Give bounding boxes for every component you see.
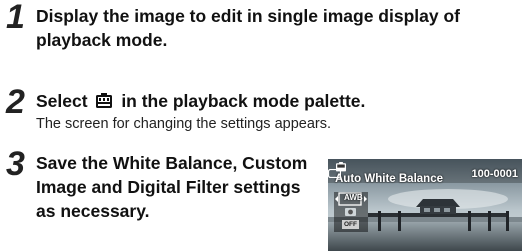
step-2: 2 Select in the playback mode palette. T…	[6, 85, 522, 135]
step-title: Display the image to edit in single imag…	[36, 6, 460, 50]
step-number: 3	[6, 145, 25, 183]
folder-file-number: 100-0001	[471, 168, 519, 180]
step-number: 1	[6, 0, 25, 36]
step-title: Save the White Balance, Custom Image and…	[36, 153, 308, 221]
step-1: 1 Display the image to edit in single im…	[6, 0, 522, 70]
menu-item-awb: AWB	[344, 193, 363, 202]
step-description: The screen for changing the settings app…	[36, 116, 332, 132]
camera-screen-title: Auto White Balance	[335, 173, 443, 185]
camera-screen-preview: Auto White Balance 100-0001 AWB OFF	[328, 159, 522, 251]
step-title: Select in the playback mode palette.	[36, 89, 365, 113]
menu-item-off: OFF	[344, 221, 357, 228]
step-number: 2	[6, 83, 25, 121]
card-icon	[328, 169, 341, 178]
step-title-after-icon: in the playback mode palette.	[121, 91, 366, 111]
step-3: 3 Save the White Balance, Custom Image a…	[6, 147, 316, 251]
step-title-before-icon: Select	[36, 91, 88, 111]
user-settings-icon	[96, 93, 113, 108]
